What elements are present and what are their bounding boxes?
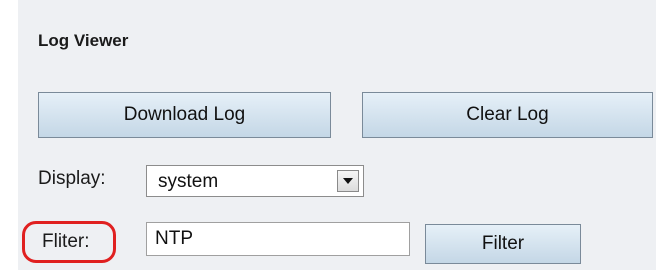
filter-button[interactable]: Filter bbox=[425, 224, 581, 264]
display-select[interactable]: system bbox=[146, 165, 364, 197]
filter-input[interactable] bbox=[146, 222, 410, 256]
page-title: Log Viewer bbox=[38, 31, 129, 50]
chevron-down-icon bbox=[343, 178, 353, 184]
filter-label: Fliter: bbox=[42, 231, 90, 252]
clear-log-button[interactable]: Clear Log bbox=[362, 92, 653, 138]
display-label: Display: bbox=[38, 168, 106, 189]
download-log-button[interactable]: Download Log bbox=[38, 92, 331, 138]
display-select-value: system bbox=[158, 171, 219, 192]
dropdown-arrow-button[interactable] bbox=[337, 170, 359, 192]
